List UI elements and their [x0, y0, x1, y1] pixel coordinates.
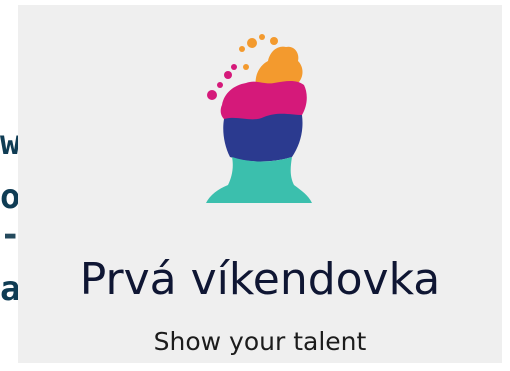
brand-tagline: Show your talent — [153, 327, 367, 356]
logo-orange-dot-2 — [239, 46, 245, 52]
logo-orange-dot-5 — [243, 64, 249, 70]
side-text-line-1: w — [0, 123, 18, 163]
brand-title: Prvá víkendovka — [79, 254, 441, 305]
logo-magenta-dot-4 — [217, 82, 223, 88]
logo-orange-dot-4 — [270, 37, 278, 45]
logo-orange-dot-3 — [259, 34, 265, 40]
head-silhouette-paint-splash-icon — [206, 34, 312, 203]
page: w o - a Prvá víkendovka Show your talen — [0, 0, 510, 371]
logo-teal-neck — [206, 157, 312, 203]
cropped-side-text: w o - a — [0, 0, 18, 371]
side-text-line-3: - — [0, 218, 18, 252]
side-text-line-2: o — [0, 177, 18, 217]
logo-magenta-dot-2 — [224, 71, 232, 79]
logo-navy-band — [223, 113, 303, 162]
logo-magenta-band — [220, 81, 307, 120]
logo-card: Prvá víkendovka Show your talent — [18, 5, 502, 363]
logo-orange-dot-1 — [247, 38, 257, 48]
logo-magenta-dot-1 — [207, 90, 217, 100]
logo-magenta-dot-3 — [231, 64, 237, 70]
side-text-line-4: a — [0, 269, 18, 309]
